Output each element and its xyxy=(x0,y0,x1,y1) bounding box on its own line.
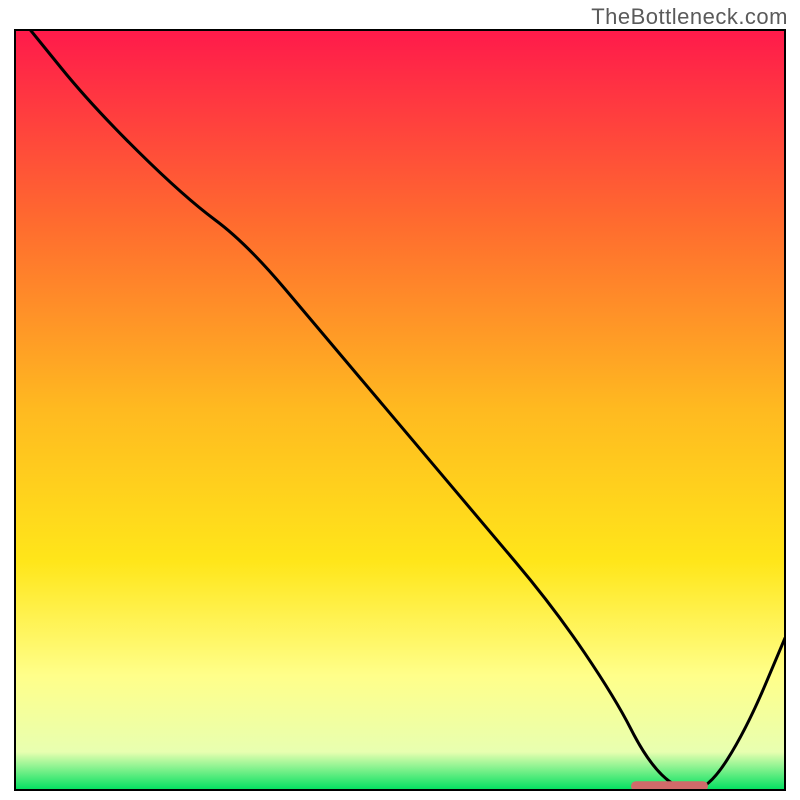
chart-stage: TheBottleneck.com xyxy=(0,0,800,800)
watermark-text: TheBottleneck.com xyxy=(591,4,788,30)
bottleneck-chart xyxy=(0,0,800,800)
